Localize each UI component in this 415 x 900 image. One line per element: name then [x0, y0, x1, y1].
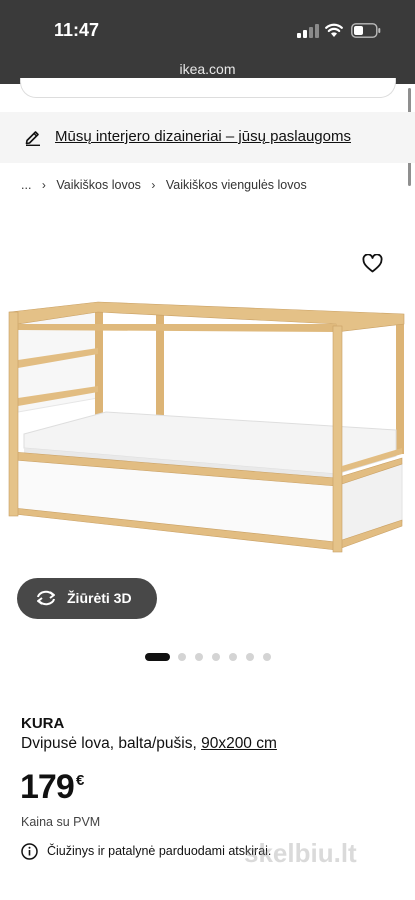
pencil-icon	[25, 131, 40, 146]
product-price: 179	[20, 768, 75, 806]
signal-icon	[297, 24, 319, 38]
clock: 11:47	[54, 20, 100, 40]
chevron-right-icon: ›	[151, 178, 156, 192]
chevron-right-icon: ›	[41, 178, 46, 192]
view-3d-label: Žiūrėti 3D	[67, 590, 132, 606]
heart-icon[interactable]	[362, 254, 383, 273]
carousel-dot[interactable]	[145, 653, 170, 661]
carousel-dot[interactable]	[195, 653, 203, 661]
carousel-dot[interactable]	[212, 653, 220, 661]
mattress-notice: Čiužinys ir patalynė parduodami atskirai…	[47, 844, 272, 858]
search-bar[interactable]	[20, 78, 396, 98]
carousel-dot[interactable]	[178, 653, 186, 661]
carousel-dot[interactable]	[263, 653, 271, 661]
product-name: KURA	[21, 715, 65, 732]
carousel-dot[interactable]	[246, 653, 254, 661]
product-description: Dvipusė lova, balta/pušis, 90x200 cm	[21, 735, 277, 753]
status-bar: 11:47 ikea.com	[0, 0, 415, 84]
breadcrumb-ellipsis[interactable]: ...	[21, 178, 31, 192]
product-image[interactable]	[6, 298, 410, 558]
info-icon	[21, 843, 38, 860]
carousel-dot[interactable]	[229, 653, 237, 661]
wifi-icon	[325, 23, 343, 37]
watermark: skelbiu.lt	[244, 838, 357, 868]
price-currency: €	[76, 772, 85, 789]
breadcrumb-kids-single-beds[interactable]: Vaikiškos viengulės lovos	[166, 178, 307, 192]
designer-services-link[interactable]: Mūsų interjero dizaineriai – jūsų paslau…	[55, 128, 351, 145]
rotate-3d-icon	[37, 590, 55, 606]
view-3d-button[interactable]: Žiūrėti 3D	[17, 578, 157, 619]
breadcrumb: ... › Vaikiškos lovos › Vaikiškos viengu…	[21, 178, 307, 192]
address-bar-url[interactable]: ikea.com	[0, 61, 415, 77]
product-size-link[interactable]: 90x200 cm	[201, 735, 277, 752]
product-description-text: Dvipusė lova, balta/pušis,	[21, 735, 202, 752]
price-note: Kaina su PVM	[21, 815, 101, 829]
battery-icon	[351, 23, 381, 38]
breadcrumb-kids-beds[interactable]: Vaikiškos lovos	[56, 178, 141, 192]
